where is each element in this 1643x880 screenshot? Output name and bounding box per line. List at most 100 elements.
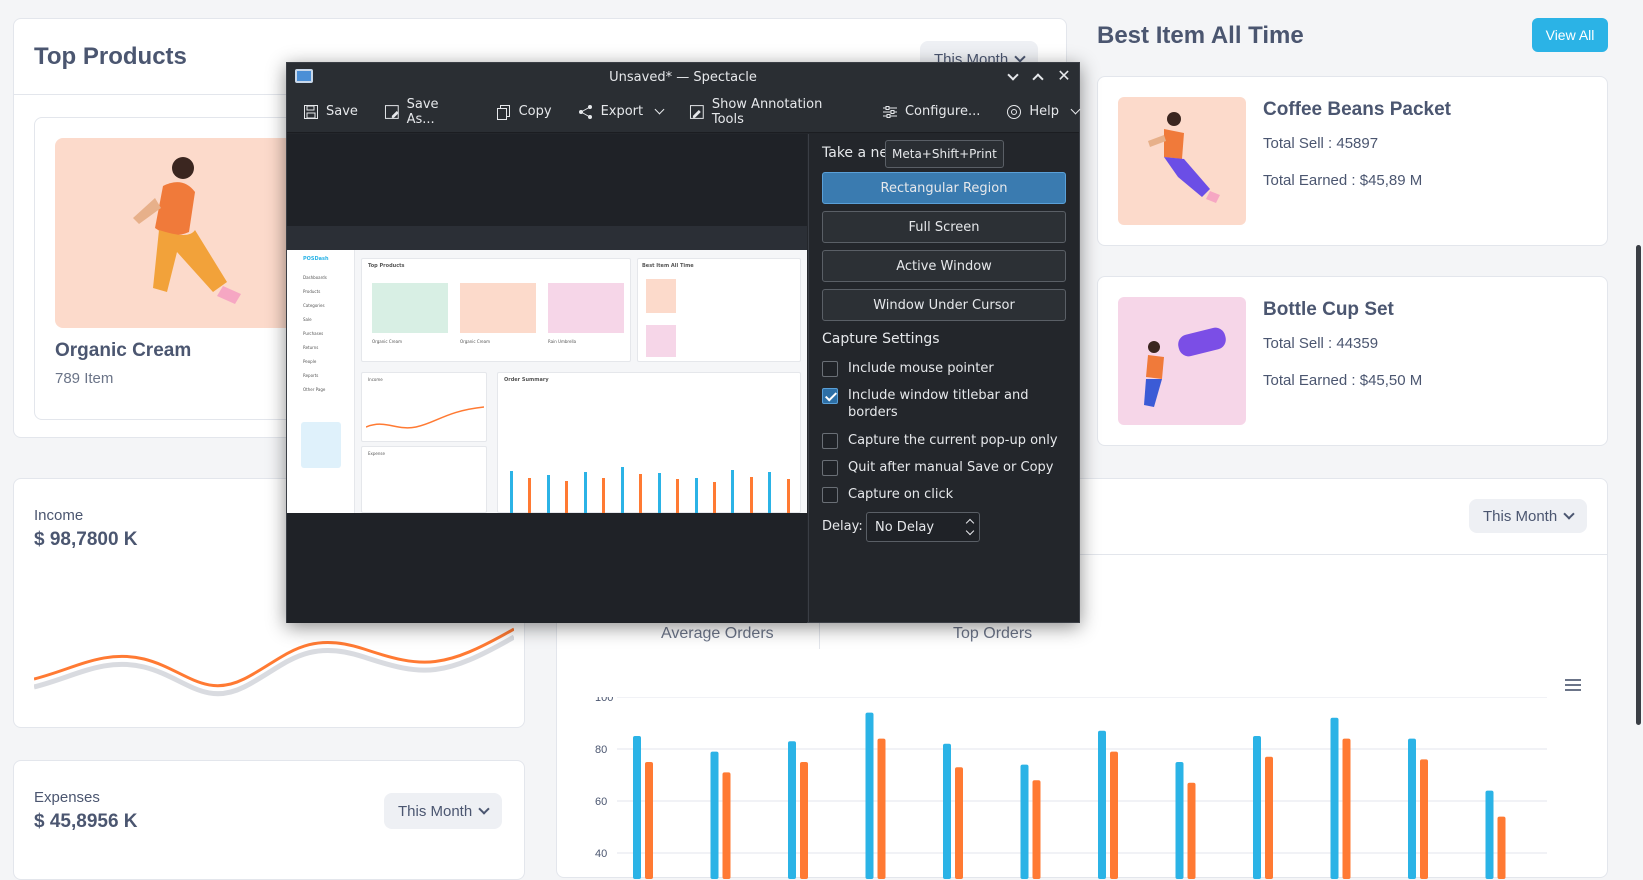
preview-product-image: [372, 283, 448, 333]
save-as-button[interactable]: Save As...: [384, 97, 470, 127]
configure-button[interactable]: Configure...: [882, 104, 980, 120]
spin-down-icon[interactable]: [965, 526, 975, 536]
coffee-beans-image: [1118, 97, 1246, 225]
view-all-button[interactable]: View All: [1532, 18, 1608, 52]
checkbox[interactable]: [822, 433, 838, 449]
full-screen-button[interactable]: Full Screen: [822, 211, 1066, 243]
chevron-down-icon: [654, 104, 665, 115]
average-orders-label: Average Orders: [661, 625, 774, 642]
preview-top-products-title: Top Products: [368, 263, 405, 269]
order-summary-filter[interactable]: This Month: [1469, 499, 1588, 533]
preview-browser-chrome: [287, 226, 807, 250]
preview-income: Income: [361, 372, 487, 442]
copy-icon: [496, 104, 510, 120]
chart-bar: [633, 736, 641, 879]
preview-product-name: Organic Cream: [460, 339, 490, 344]
preview-top-products: Top Products Organic Cream Organic Cream…: [361, 258, 631, 362]
preview-product-name: Organic Cream: [372, 339, 402, 344]
chevron-down-icon: [1563, 508, 1575, 520]
y-tick-label: 60: [595, 796, 607, 808]
preview-promo-image: [301, 422, 341, 468]
capture-popup-only-checkbox[interactable]: Capture the current pop-up only: [822, 432, 1067, 449]
checkbox[interactable]: [822, 460, 838, 476]
quit-after-save-checkbox[interactable]: Quit after manual Save or Copy: [822, 459, 1067, 476]
window-title: Unsaved* — Spectacle: [609, 69, 757, 85]
save-as-label: Save As...: [406, 96, 439, 127]
take-new-label: Take a ne: [822, 145, 889, 161]
preview-dashboard-thumbnail: POSDash Dashboards Products Categories S…: [287, 226, 807, 513]
preview-best-items: Best Item All Time: [637, 258, 801, 362]
chevron-down-icon: [478, 803, 490, 815]
configure-icon: [882, 105, 897, 118]
best-item-name: Coffee Beans Packet: [1263, 99, 1451, 120]
save-button[interactable]: Save: [303, 104, 358, 120]
help-icon: [1007, 104, 1022, 119]
window-titlebar[interactable]: Unsaved* — Spectacle ✕: [287, 63, 1079, 91]
preview-order-summary-title: Order Summary: [504, 377, 549, 383]
active-window-button[interactable]: Active Window: [822, 250, 1066, 282]
chart-bar: [865, 712, 874, 879]
scrollbar[interactable]: [1636, 245, 1641, 725]
chart-bar: [1253, 736, 1261, 879]
minimize-icon[interactable]: [1007, 69, 1019, 81]
preview-best-item-image: [646, 325, 676, 357]
chevron-down-icon: [1014, 51, 1026, 63]
chart-bar: [943, 743, 951, 879]
expenses-card: Expenses $ 45,8956 K This Month: [13, 760, 525, 880]
product-name: Organic Cream: [55, 340, 192, 361]
delay-spinbox[interactable]: No Delay: [866, 512, 980, 542]
product-image: [55, 138, 295, 328]
include-titlebar-checkbox[interactable]: Include window titlebar and borders: [822, 387, 1067, 421]
preview-expense-label: Expense: [368, 451, 385, 456]
window-under-cursor-button[interactable]: Window Under Cursor: [822, 289, 1066, 321]
capture-on-click-checkbox[interactable]: Capture on click: [822, 486, 1067, 503]
product-card[interactable]: Organic Cream 789 Item: [34, 117, 295, 420]
chart-bar: [1342, 738, 1351, 879]
best-item-card[interactable]: Bottle Cup Set Total Sell : 44359 Total …: [1097, 276, 1608, 446]
expenses-filter[interactable]: This Month: [384, 793, 503, 829]
best-item-earned: Total Earned : $45,50 M: [1263, 372, 1423, 389]
divider: [819, 619, 820, 649]
close-icon[interactable]: ✕: [1055, 67, 1073, 85]
chart-menu-icon[interactable]: [1565, 679, 1581, 691]
y-tick-label: 100: [595, 697, 613, 704]
preview-best-item-image: [646, 279, 676, 313]
shortcut-tooltip: Meta+Shift+Print: [885, 140, 1004, 168]
capture-panel: Take a ne Meta+Shift+Print Rectangular R…: [808, 134, 1079, 622]
chevron-down-icon: [1070, 104, 1081, 115]
save-label: Save: [326, 104, 358, 119]
preview-product-name: Rain Umbrella: [548, 339, 577, 344]
copy-label: Copy: [518, 104, 552, 119]
preview-income-sparkline: [366, 406, 484, 429]
copy-button[interactable]: Copy: [496, 104, 552, 120]
best-item-title: Best Item All Time: [1097, 22, 1304, 49]
preview-brand: POSDash: [303, 256, 329, 262]
top-orders-label: Top Orders: [953, 625, 1033, 642]
export-button[interactable]: Export: [578, 104, 665, 120]
preview-nav-item: Purchases: [303, 331, 324, 336]
checkbox-label: Capture the current pop-up only: [848, 433, 1058, 448]
chart-bar: [955, 767, 963, 879]
preview-best-item-title: Best Item All Time: [642, 263, 694, 269]
best-item-card[interactable]: Coffee Beans Packet Total Sell : 45897 T…: [1097, 76, 1608, 246]
include-mouse-pointer-checkbox[interactable]: Include mouse pointer: [822, 360, 1067, 377]
preview-nav-item: People: [303, 359, 317, 364]
spectacle-window: Unsaved* — Spectacle ✕ Save Save As... C…: [286, 62, 1081, 623]
chart-bar: [788, 741, 796, 879]
preview-nav-item: Reports: [303, 373, 319, 378]
preview-expenses: Expense: [361, 446, 487, 513]
chart-bar: [1098, 730, 1106, 879]
chart-bar: [800, 762, 808, 879]
checkbox[interactable]: [822, 487, 838, 503]
maximize-icon[interactable]: [1032, 73, 1044, 85]
rectangular-region-button[interactable]: Rectangular Region: [822, 172, 1066, 204]
chart-bar: [722, 772, 731, 879]
annotation-tools-button[interactable]: Show Annotation Tools: [689, 97, 856, 127]
checkbox-checked[interactable]: [822, 388, 838, 404]
preview-nav-item: Returns: [303, 345, 319, 350]
spectacle-app-icon: [295, 69, 313, 83]
checkbox[interactable]: [822, 361, 838, 377]
chart-bar: [1175, 762, 1184, 879]
help-button[interactable]: Help: [1006, 104, 1081, 120]
expenses-value: $ 45,8956 K: [34, 811, 138, 832]
